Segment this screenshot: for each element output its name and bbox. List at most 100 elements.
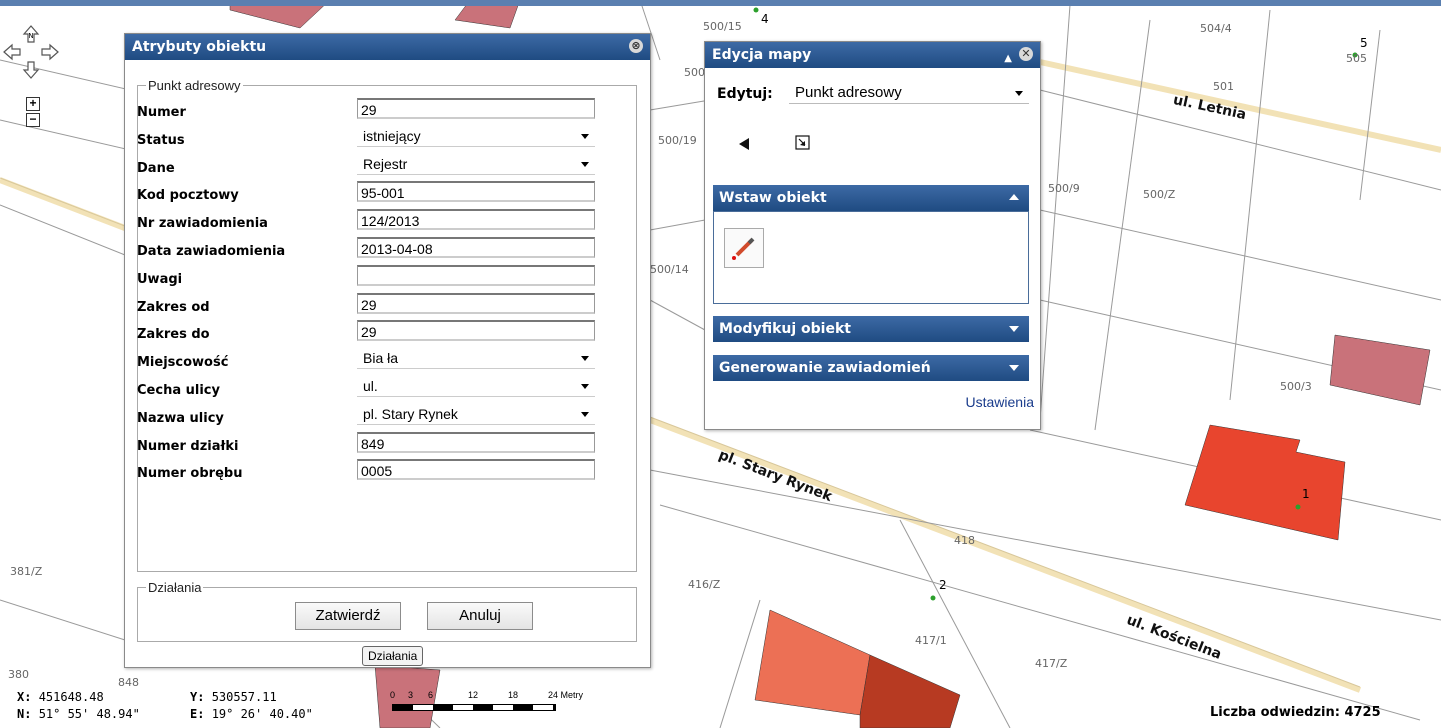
insert-object-section[interactable]: Wstaw obiekt [713, 185, 1029, 211]
settings-link[interactable]: Ustawienia [966, 394, 1034, 410]
group-legend: Punkt adresowy [148, 78, 241, 93]
zoom-out-button[interactable]: − [26, 113, 40, 127]
field-row: Zakres do 29 [137, 320, 607, 347]
modify-object-label: Modyfikuj obiekt [719, 321, 851, 337]
field-value: istniejący [363, 127, 421, 144]
close-icon[interactable]: ⊗ [629, 39, 643, 53]
field-label: Dane [137, 160, 175, 176]
field-label: Zakres do [137, 327, 210, 343]
actions-legend: Działania [148, 580, 202, 595]
field-label: Zakres od [137, 299, 210, 315]
field-value: 849 [361, 435, 385, 452]
top-toolbar [0, 0, 1441, 6]
edit-map-window: Edycja mapy ▲ ✕ Edytuj: Punkt adresowy W… [704, 41, 1041, 430]
zoom-in-button[interactable]: + [26, 97, 40, 111]
field-label: Nr zawiadomienia [137, 216, 268, 232]
field-select[interactable]: istniejący [357, 125, 595, 147]
parcel-label: 381/Z [10, 565, 43, 578]
cancel-button[interactable]: Anuluj [427, 602, 533, 630]
chevron-down-icon [581, 133, 589, 139]
attributes-window-titlebar[interactable]: Atrybuty obiektu ⊗ [125, 34, 650, 60]
scale-tick: 6 [428, 690, 434, 700]
field-value: 2013-04-08 [361, 241, 433, 257]
parcel-label: 500/Z [1143, 188, 1176, 201]
confirm-button[interactable]: Zatwierdź [295, 602, 401, 630]
field-value: 0005 [361, 463, 393, 480]
field-value: pl. Stary Rynek [363, 405, 458, 422]
field-input[interactable]: 95-001 [357, 181, 595, 203]
pointer-icon[interactable] [737, 137, 751, 151]
parcel-label: 418 [954, 534, 975, 547]
scale-tick: 0 [390, 690, 396, 700]
field-value: 29 [361, 324, 377, 341]
field-value: 95-001 [361, 185, 405, 202]
field-select[interactable]: Rejestr [357, 153, 595, 175]
parcel-label: 416/Z [688, 578, 721, 591]
field-row: Nr zawiadomienia 124/2013 [137, 209, 607, 236]
parcel-label: 417/1 [915, 634, 947, 647]
field-label: Data zawiadomienia [137, 244, 286, 259]
field-label: Status [137, 132, 185, 148]
address-point [1295, 504, 1301, 510]
field-input[interactable]: 29 [357, 98, 595, 119]
field-input[interactable]: 0005 [357, 459, 595, 481]
edit-map-titlebar[interactable]: Edycja mapy ▲ ✕ [705, 42, 1040, 68]
parcel-label: 505 [1346, 52, 1367, 65]
field-row: Numer działki 849 [137, 431, 607, 459]
scale-tick: 24 Metry [548, 690, 584, 700]
field-select[interactable]: Bia ła [357, 348, 595, 370]
actions-tooltip: Działania [362, 646, 424, 666]
field-input[interactable]: 849 [357, 431, 595, 453]
field-label: Nazwa ulicy [137, 410, 224, 426]
edit-layer-select[interactable]: Punkt adresowy [789, 83, 1029, 104]
pan-south-icon [22, 61, 40, 79]
collapse-up-icon [1009, 194, 1019, 200]
edit-map-title: Edycja mapy [712, 47, 812, 63]
field-input[interactable]: 29 [357, 292, 595, 314]
field-select[interactable]: ul. [357, 376, 595, 397]
attributes-window-title: Atrybuty obiektu [132, 39, 267, 55]
field-row: Numer obrębu 0005 [137, 459, 607, 486]
field-input[interactable]: 124/2013 [357, 209, 595, 231]
visit-counter: Liczba odwiedzin: 4725 [1210, 705, 1381, 720]
field-select[interactable]: pl. Stary Rynek [357, 403, 595, 425]
field-value: Bia ła [363, 350, 399, 367]
n-coordinate: N: 51° 55' 48.94" [17, 707, 140, 721]
parcel-label: 380 [8, 668, 29, 681]
field-row: Uwagi [137, 264, 607, 292]
field-row: Miejscowość Bia ła [137, 348, 607, 375]
field-value: 124/2013 [361, 213, 420, 230]
close-icon[interactable]: ✕ [1019, 47, 1033, 61]
generate-notices-label: Generowanie zawiadomień [719, 360, 931, 376]
field-input[interactable] [357, 264, 595, 286]
field-input[interactable]: 2013-04-08 [357, 237, 595, 258]
select-box-icon[interactable] [795, 135, 811, 151]
pan-control[interactable]: N [2, 24, 60, 80]
chevron-down-icon [581, 161, 589, 167]
modify-object-section[interactable]: Modyfikuj obiekt [713, 316, 1029, 342]
parcel-label: 500/14 [650, 263, 689, 276]
generate-notices-section[interactable]: Generowanie zawiadomień [713, 355, 1029, 381]
field-label: Miejscowość [137, 355, 229, 371]
field-value: 29 [361, 102, 377, 118]
scale-bar: 0 3 6 12 18 24 Metry [388, 690, 608, 714]
field-label: Numer obrębu [137, 466, 243, 482]
parcel-label: 504/4 [1200, 22, 1232, 35]
field-row: Nazwa ulicy pl. Stary Rynek [137, 403, 607, 431]
parcel-label: 500/15 [703, 20, 742, 33]
field-input[interactable]: 29 [357, 320, 595, 342]
field-row: Dane Rejestr [137, 153, 607, 181]
field-label: Numer działki [137, 438, 239, 454]
draw-point-button[interactable] [724, 228, 764, 268]
point-label: 1 [1302, 487, 1310, 501]
collapse-icon[interactable]: ▲ [1004, 46, 1012, 72]
edit-label: Edytuj: [717, 86, 773, 102]
field-value: ul. [363, 378, 378, 394]
expand-down-icon [1009, 365, 1019, 371]
pan-east-icon [41, 43, 59, 61]
insert-object-panel [713, 211, 1029, 304]
field-row: Kod pocztowy 95-001 [137, 181, 607, 208]
point-label: 4 [761, 12, 769, 26]
parcel-label: 500 [684, 66, 705, 79]
address-point [930, 595, 936, 601]
